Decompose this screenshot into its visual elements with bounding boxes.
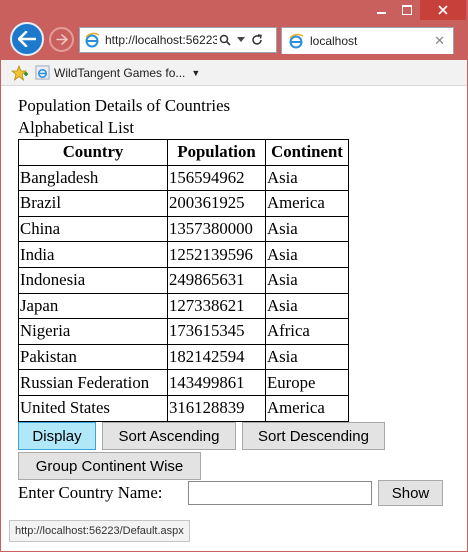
cell-country: Indonesia <box>18 266 168 294</box>
cell-continent: Asia <box>265 266 349 294</box>
cell-country: Brazil <box>18 190 168 217</box>
cell-country: Nigeria <box>18 318 168 345</box>
favorites-link-label: WildTangent Games fo... <box>54 65 186 80</box>
back-button[interactable] <box>10 22 44 56</box>
cell-country: India <box>18 241 168 268</box>
table-row: India 1252139596 Asia <box>18 241 349 268</box>
cell-population: 249865631 <box>167 266 266 294</box>
table-row: Japan 127338621 Asia <box>18 292 349 320</box>
display-button[interactable]: Display <box>18 422 96 450</box>
cell-continent: Asia <box>265 292 349 320</box>
back-arrow-icon <box>18 31 36 47</box>
page-title: Population Details of Countries <box>18 96 231 115</box>
ie-page-icon <box>85 32 100 48</box>
minimize-button[interactable] <box>368 0 394 20</box>
cell-continent: Asia <box>265 343 349 371</box>
cell-country: China <box>18 215 168 243</box>
cell-continent: Africa <box>265 318 349 345</box>
cell-continent: Asia <box>265 215 349 243</box>
country-name-input[interactable] <box>188 481 372 505</box>
cell-population: 200361925 <box>167 190 266 217</box>
address-bar[interactable]: http://localhost:56223/ <box>79 27 277 53</box>
minimize-icon <box>376 12 386 14</box>
page-content: Population Details of Countries Alphabet… <box>1 86 467 551</box>
page-subtitle: Alphabetical List <box>18 118 135 137</box>
header-country: Country <box>18 139 168 166</box>
tab-close-icon[interactable]: ✕ <box>434 33 445 49</box>
cell-country: Pakistan <box>18 343 168 371</box>
address-url: http://localhost:56223/ <box>105 33 217 47</box>
population-table: Country Population Continent Bangladesh 1… <box>18 139 349 422</box>
ie-tab-icon <box>289 33 304 49</box>
maximize-button[interactable] <box>394 0 420 20</box>
refresh-icon[interactable] <box>251 34 263 46</box>
header-population: Population <box>167 139 266 166</box>
cell-continent: Europe <box>265 369 349 396</box>
browser-tab[interactable]: localhost ✕ <box>281 27 454 54</box>
cell-continent: America <box>265 394 349 422</box>
browser-window: http://localhost:56223/ localhost ✕ Wild… <box>0 0 468 552</box>
maximize-icon <box>402 5 412 15</box>
sort-ascending-button[interactable]: Sort Ascending <box>102 422 236 450</box>
search-icon[interactable] <box>219 34 231 46</box>
close-icon <box>438 5 448 15</box>
table-row: Nigeria 173615345 Africa <box>18 318 349 345</box>
favorites-bar: WildTangent Games fo... ▼ <box>1 60 467 86</box>
table-row: United States 316128839 America <box>18 394 349 422</box>
table-row: Indonesia 249865631 Asia <box>18 266 349 294</box>
status-url-tooltip: http://localhost:56223/Default.aspx <box>9 520 190 542</box>
cell-population: 156594962 <box>167 164 266 192</box>
table-row: China 1357380000 Asia <box>18 215 349 243</box>
tab-title: localhost <box>310 34 358 48</box>
favorites-star-icon[interactable] <box>11 64 29 81</box>
favorites-dropdown-icon[interactable]: ▼ <box>191 68 200 78</box>
dropdown-arrow-icon[interactable] <box>237 37 245 43</box>
table-row: Pakistan 182142594 Asia <box>18 343 349 371</box>
cell-population: 182142594 <box>167 343 266 371</box>
show-button[interactable]: Show <box>378 480 443 506</box>
cell-continent: America <box>265 190 349 217</box>
cell-population: 316128839 <box>167 394 266 422</box>
group-continent-button[interactable]: Group Continent Wise <box>18 452 201 480</box>
header-continent: Continent <box>265 139 349 166</box>
cell-population: 1252139596 <box>167 241 266 268</box>
country-name-label: Enter Country Name: <box>18 483 163 502</box>
table-row: Brazil 200361925 America <box>18 190 349 217</box>
cell-population: 127338621 <box>167 292 266 320</box>
ie-favorite-icon <box>35 65 50 80</box>
navigation-bar: http://localhost:56223/ localhost ✕ <box>0 20 468 60</box>
favorites-link[interactable]: WildTangent Games fo... <box>35 65 185 80</box>
table-header-row: Country Population Continent <box>18 139 349 166</box>
table-row: Russian Federation 143499861 Europe <box>18 369 349 396</box>
cell-population: 143499861 <box>167 369 266 396</box>
cell-continent: Asia <box>265 164 349 192</box>
cell-country: Bangladesh <box>18 164 168 192</box>
cell-country: Russian Federation <box>18 369 168 396</box>
cell-country: United States <box>18 394 168 422</box>
close-window-button[interactable] <box>420 0 466 20</box>
forward-arrow-icon <box>55 34 68 45</box>
cell-population: 173615345 <box>167 318 266 345</box>
cell-country: Japan <box>18 292 168 320</box>
sort-descending-button[interactable]: Sort Descending <box>242 422 385 450</box>
cell-continent: Asia <box>265 241 349 268</box>
forward-button[interactable] <box>49 27 74 52</box>
cell-population: 1357380000 <box>167 215 266 243</box>
table-row: Bangladesh 156594962 Asia <box>18 164 349 192</box>
